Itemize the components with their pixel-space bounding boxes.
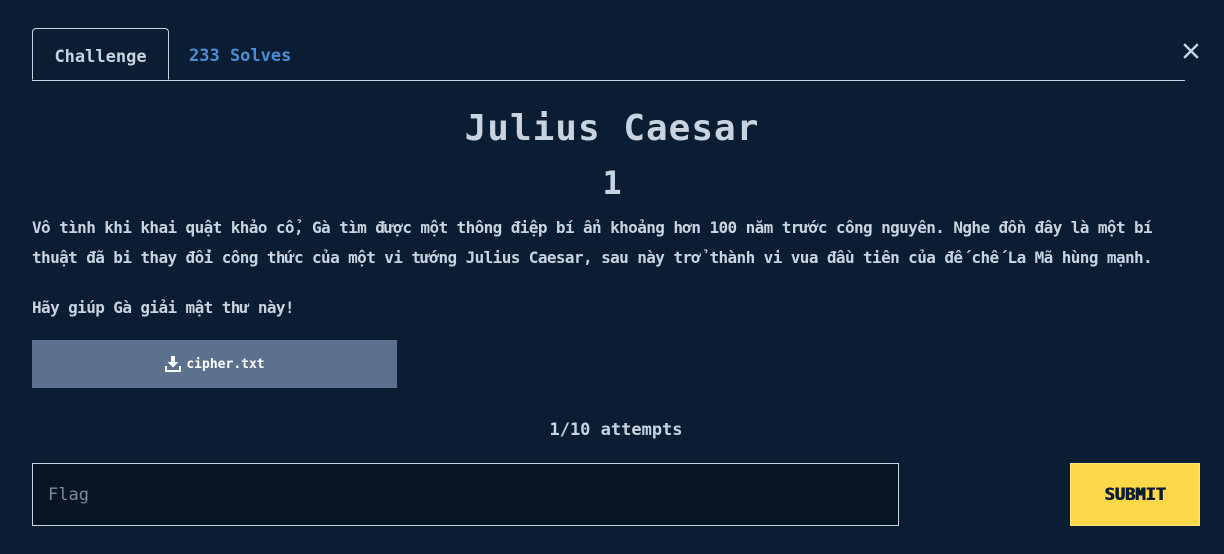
download-file-label: cipher.txt (186, 356, 265, 372)
challenge-title: Julius Caesar (464, 108, 760, 149)
tab-challenge[interactable]: Challenge (32, 28, 169, 80)
download-icon (165, 356, 182, 372)
tab-bar: Challenge 233 Solves (32, 28, 1185, 81)
challenge-points: 1 (602, 164, 622, 202)
submit-button[interactable]: SUBMIT (1070, 463, 1200, 526)
close-button[interactable] (1183, 43, 1199, 59)
download-file-button[interactable]: cipher.txt (32, 340, 397, 388)
flag-input[interactable] (32, 463, 899, 526)
challenge-description: Vô tình khi khai quật khảo cổ, Gà tìm đư… (32, 218, 1153, 267)
tab-solves[interactable]: 233 Solves (189, 28, 291, 79)
attempts-counter: 1/10 attempts (549, 420, 683, 440)
challenge-modal: Challenge 233 Solves Julius Caesar 1 Vô … (0, 0, 1224, 554)
close-icon (1183, 43, 1199, 59)
challenge-hint: Hãy giúp Gà giải mật thư này! (32, 298, 295, 317)
